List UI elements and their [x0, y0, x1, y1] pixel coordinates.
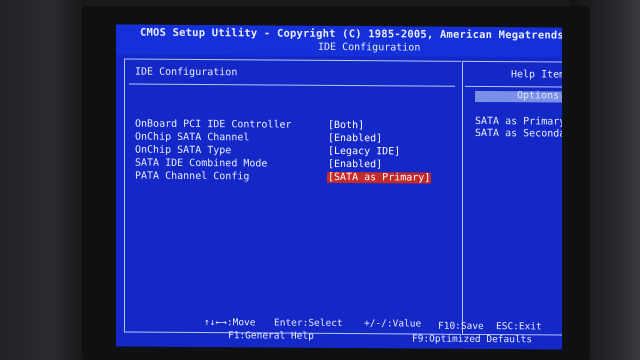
help-option-primary: SATA as Primary: [475, 115, 562, 128]
setting-row-onboard-pci-ide-controller[interactable]: OnBoard PCI IDE Controller [Both]: [135, 119, 455, 133]
key-move: ↑↓←→:Move: [204, 317, 256, 329]
options-header: Options: [475, 90, 562, 103]
setting-row-pata-channel-config[interactable]: PATA Channel Config [SATA as Primary]: [135, 171, 455, 185]
setting-row-onchip-sata-type[interactable]: OnChip SATA Type [Legacy IDE]: [135, 145, 455, 159]
section-divider: [129, 83, 455, 87]
setting-label: OnChip SATA Type: [135, 144, 232, 157]
setting-value[interactable]: [Enabled]: [327, 133, 383, 144]
setting-value-selected[interactable]: [SATA as Primary]: [327, 171, 432, 184]
section-title: IDE Configuration: [135, 66, 238, 79]
setting-row-sata-ide-combined-mode[interactable]: SATA IDE Combined Mode [Enabled]: [135, 158, 455, 172]
setting-value[interactable]: [Legacy IDE]: [327, 146, 401, 158]
help-divider: [465, 85, 562, 88]
key-exit: ESC:Exit: [496, 321, 542, 333]
help-panel: Help Item Options SATA as Primary SATA a…: [462, 60, 562, 336]
settings-panel: IDE Configuration OnBoard PCI IDE Contro…: [124, 58, 461, 335]
help-option-secondary: SATA as Secondary: [475, 127, 562, 140]
help-title: Help Item: [511, 69, 562, 81]
key-general-help: F1:General Help: [228, 330, 314, 342]
bios-header: CMOS Setup Utility - Copyright (C) 1985-…: [116, 24, 562, 58]
utility-title: CMOS Setup Utility - Copyright (C) 1985-…: [140, 26, 562, 42]
bios-screen: CMOS Setup Utility - Copyright (C) 1985-…: [116, 24, 562, 350]
setting-label: OnChip SATA Channel: [135, 131, 250, 144]
setting-row-onchip-sata-channel[interactable]: OnChip SATA Channel [Enabled]: [135, 132, 455, 146]
setting-value[interactable]: [Enabled]: [327, 159, 383, 170]
key-select: Enter:Select: [274, 317, 343, 330]
page-title: IDE Configuration: [318, 41, 421, 54]
key-legend: ↑↓←→:Move Enter:Select +/-/:Value F10:Sa…: [116, 317, 562, 349]
options-label: Options: [517, 90, 560, 102]
setting-value[interactable]: [Both]: [327, 120, 365, 131]
key-save: F10:Save: [438, 320, 484, 333]
setting-label: SATA IDE Combined Mode: [135, 157, 268, 170]
key-value: +/-/:Value: [364, 318, 422, 330]
background-left: [0, 0, 86, 360]
setting-label: OnBoard PCI IDE Controller: [135, 118, 292, 131]
key-optimized-defaults: F9:Optimized Defaults: [412, 333, 533, 346]
setting-label: PATA Channel Config: [135, 170, 250, 183]
